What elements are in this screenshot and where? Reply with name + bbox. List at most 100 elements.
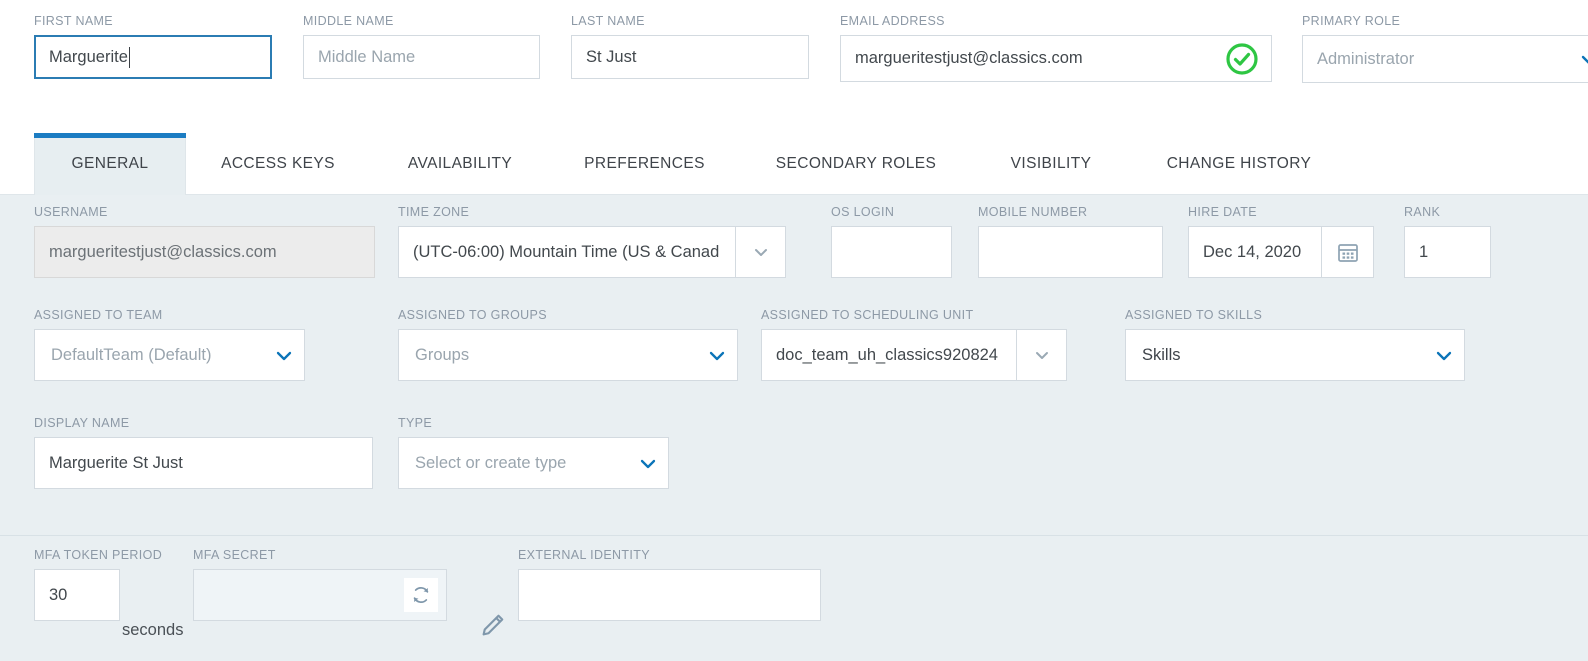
pencil-icon[interactable]: [478, 610, 508, 645]
tab-availability[interactable]: AVAILABILITY: [390, 133, 530, 195]
mfa-token-period-label: MFA TOKEN PERIOD: [34, 548, 163, 562]
first-name-input[interactable]: Marguerite: [34, 35, 272, 79]
os-login-label: OS LOGIN: [831, 205, 895, 219]
chevron-down-icon[interactable]: [1434, 346, 1452, 364]
assigned-to-scheduling-unit-field: ASSIGNED TO SCHEDULING UNIT doc_team_uh_…: [761, 308, 1067, 381]
tab-visibility-label: VISIBILITY: [1010, 155, 1092, 172]
chevron-down-icon[interactable]: [274, 346, 292, 364]
username-label: USERNAME: [34, 205, 108, 219]
assigned-to-groups-select[interactable]: Groups: [398, 329, 738, 381]
middle-name-field: MIDDLE NAME Middle Name: [303, 14, 540, 79]
mfa-token-period-value: 30: [49, 585, 68, 604]
general-tab-panel: USERNAME margueritestjust@classics.com T…: [0, 195, 1588, 535]
last-name-input[interactable]: St Just: [571, 35, 809, 79]
tab-general-label: GENERAL: [71, 155, 149, 172]
mfa-token-period-unit: seconds: [122, 621, 184, 639]
time-zone-value: (UTC-06:00) Mountain Time (US & Canad: [398, 226, 736, 278]
mobile-number-input[interactable]: [978, 226, 1163, 278]
assigned-to-team-select[interactable]: DefaultTeam (Default): [34, 329, 305, 381]
assigned-to-skills-value: Skills: [1142, 345, 1181, 364]
assigned-to-skills-field: ASSIGNED TO SKILLS Skills: [1125, 308, 1465, 381]
refresh-icon[interactable]: [404, 578, 438, 612]
mobile-number-label: MOBILE NUMBER: [978, 205, 1088, 219]
assigned-to-scheduling-unit-label: ASSIGNED TO SCHEDULING UNIT: [761, 308, 974, 322]
assigned-to-groups-field: ASSIGNED TO GROUPS Groups: [398, 308, 738, 381]
mfa-section: MFA TOKEN PERIOD 30 seconds MFA SECRET E…: [0, 535, 1588, 661]
tab-preferences[interactable]: PREFERENCES: [572, 133, 717, 195]
calendar-icon[interactable]: [1322, 226, 1374, 278]
assigned-to-team-field: ASSIGNED TO TEAM DefaultTeam (Default): [34, 308, 305, 381]
rank-field: RANK 1: [1404, 205, 1491, 278]
time-zone-label: TIME ZONE: [398, 205, 470, 219]
tab-secondary-roles[interactable]: SECONDARY ROLES: [760, 133, 952, 195]
assigned-to-skills-label: ASSIGNED TO SKILLS: [1125, 308, 1263, 322]
assigned-to-groups-label: ASSIGNED TO GROUPS: [398, 308, 547, 322]
rank-input[interactable]: 1: [1404, 226, 1491, 278]
mfa-secret-field: MFA SECRET: [193, 548, 447, 621]
display-name-label: DISPLAY NAME: [34, 416, 130, 430]
assigned-to-scheduling-unit-select[interactable]: doc_team_uh_classics920824: [761, 329, 1067, 381]
email-address-label: EMAIL ADDRESS: [840, 14, 945, 28]
external-identity-field: EXTERNAL IDENTITY: [518, 548, 821, 621]
hire-date-label: HIRE DATE: [1188, 205, 1257, 219]
middle-name-input[interactable]: Middle Name: [303, 35, 540, 79]
username-field: USERNAME margueritestjust@classics.com: [34, 205, 375, 278]
chevron-down-icon[interactable]: [736, 226, 786, 278]
last-name-label: LAST NAME: [571, 14, 645, 28]
tab-access-keys[interactable]: ACCESS KEYS: [208, 133, 348, 195]
middle-name-label: MIDDLE NAME: [303, 14, 394, 28]
tab-access-keys-label: ACCESS KEYS: [221, 155, 335, 172]
tab-change-history[interactable]: CHANGE HISTORY: [1148, 133, 1330, 195]
hire-date-field: HIRE DATE Dec 14, 2020: [1188, 205, 1374, 278]
mfa-secret-label: MFA SECRET: [193, 548, 276, 562]
time-zone-select[interactable]: (UTC-06:00) Mountain Time (US & Canad: [398, 226, 786, 278]
text-caret: [128, 46, 130, 68]
display-name-input[interactable]: Marguerite St Just: [34, 437, 373, 489]
username-input: margueritestjust@classics.com: [34, 226, 375, 278]
chevron-down-icon[interactable]: [1017, 329, 1067, 381]
assigned-to-scheduling-unit-value: doc_team_uh_classics920824: [761, 329, 1017, 381]
user-profile-page: FIRST NAME Marguerite MIDDLE NAME Middle…: [0, 0, 1588, 661]
external-identity-label: EXTERNAL IDENTITY: [518, 548, 650, 562]
rank-label: RANK: [1404, 205, 1441, 219]
os-login-field: OS LOGIN: [831, 205, 952, 278]
username-value: margueritestjust@classics.com: [49, 242, 277, 261]
mobile-number-field: MOBILE NUMBER: [978, 205, 1163, 278]
email-address-value: margueritestjust@classics.com: [855, 49, 1083, 67]
chevron-down-icon[interactable]: [1579, 50, 1588, 68]
last-name-value: St Just: [586, 47, 637, 66]
tab-visibility[interactable]: VISIBILITY: [990, 133, 1112, 195]
email-address-field: EMAIL ADDRESS margueritestjust@classics.…: [840, 14, 1272, 82]
rank-value: 1: [1419, 242, 1429, 261]
chevron-down-icon[interactable]: [638, 454, 656, 472]
type-label: TYPE: [398, 416, 433, 430]
email-address-input[interactable]: margueritestjust@classics.com: [840, 35, 1272, 82]
primary-role-placeholder: Administrator: [1317, 49, 1415, 68]
tab-bar: GENERAL ACCESS KEYS AVAILABILITY PREFERE…: [0, 133, 1588, 195]
primary-role-select[interactable]: Administrator: [1302, 35, 1588, 83]
chevron-down-icon[interactable]: [707, 346, 725, 364]
type-select[interactable]: Select or create type: [398, 437, 669, 489]
mfa-token-period-field: MFA TOKEN PERIOD 30: [34, 548, 163, 621]
tab-preferences-label: PREFERENCES: [584, 155, 705, 172]
assigned-to-groups-placeholder: Groups: [415, 345, 470, 364]
first-name-field: FIRST NAME Marguerite: [34, 14, 272, 79]
display-name-field: DISPLAY NAME Marguerite St Just: [34, 416, 373, 489]
type-placeholder: Select or create type: [415, 453, 567, 472]
primary-role-label: PRIMARY ROLE: [1302, 14, 1401, 28]
first-name-label: FIRST NAME: [34, 14, 113, 28]
first-name-value: Marguerite: [49, 47, 128, 66]
assigned-to-team-placeholder: DefaultTeam (Default): [51, 345, 212, 364]
circle-check-icon: [1225, 42, 1259, 76]
assigned-to-team-label: ASSIGNED TO TEAM: [34, 308, 163, 322]
tab-general[interactable]: GENERAL: [34, 133, 186, 195]
mfa-secret-input[interactable]: [193, 569, 447, 621]
display-name-value: Marguerite St Just: [49, 453, 183, 472]
assigned-to-skills-select[interactable]: Skills: [1125, 329, 1465, 381]
hire-date-picker[interactable]: Dec 14, 2020: [1188, 226, 1374, 278]
external-identity-input[interactable]: [518, 569, 821, 621]
time-zone-field: TIME ZONE (UTC-06:00) Mountain Time (US …: [398, 205, 786, 278]
mfa-token-period-input[interactable]: 30: [34, 569, 120, 621]
os-login-input[interactable]: [831, 226, 952, 278]
primary-role-field: PRIMARY ROLE Administrator: [1302, 14, 1588, 83]
